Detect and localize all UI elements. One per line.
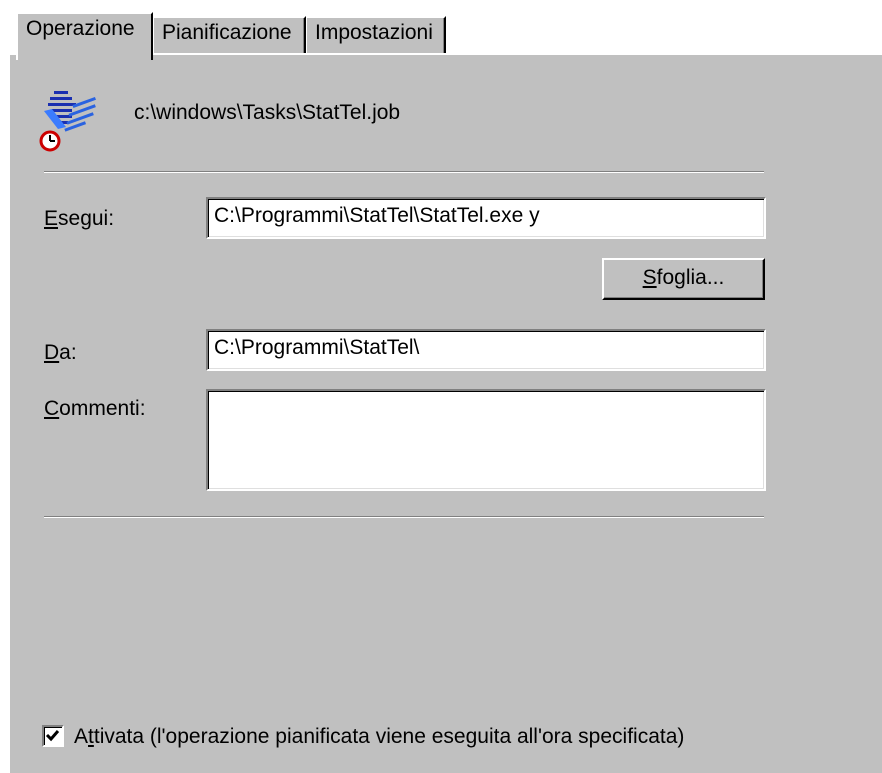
attivata-label-pre: A (74, 725, 89, 748)
da-label: Da: (44, 341, 77, 365)
tab-impostazioni[interactable]: Impostazioni (306, 16, 446, 53)
da-input[interactable]: C:\Programmi\StatTel\ (206, 329, 766, 371)
checkmark-icon (45, 730, 60, 742)
top-separator (44, 171, 764, 173)
attivata-label-rest: tivata (l'operazione pianificata viene e… (93, 725, 685, 748)
scheduled-task-icon (39, 91, 96, 152)
tab-impostazioni-label: Impostazioni (315, 21, 433, 44)
task-properties-dialog: Operazione Pianificazione Impostazioni c… (0, 0, 882, 773)
browse-button[interactable]: Sfoglia... (602, 258, 765, 300)
tab-pianificazione[interactable]: Pianificazione (153, 16, 306, 53)
browse-button-accel: S (642, 266, 657, 289)
tab-panel: c:\windows\Tasks\StatTel.job Esegui: C:\… (8, 53, 882, 773)
da-label-accel: D (44, 341, 60, 364)
commenti-label-accel: C (44, 397, 60, 420)
commenti-label-rest: ommenti: (59, 397, 146, 420)
esegui-label-rest: segui: (58, 207, 115, 230)
commenti-textarea[interactable] (206, 389, 766, 491)
browse-button-rest: foglia... (656, 266, 725, 289)
job-file-path: c:\windows\Tasks\StatTel.job (134, 101, 401, 124)
tab-operazione[interactable]: Operazione (16, 12, 153, 60)
tab-pianificazione-label: Pianificazione (162, 21, 292, 44)
attivata-label[interactable]: Attivata (l'operazione pianificata viene… (74, 725, 684, 749)
bottom-separator (44, 516, 764, 518)
esegui-label-accel: E (44, 207, 59, 230)
attivata-checkbox[interactable] (42, 725, 64, 747)
esegui-label: Esegui: (44, 207, 114, 231)
commenti-label: Commenti: (44, 397, 146, 421)
da-label-rest: a: (59, 341, 77, 364)
esegui-input[interactable]: C:\Programmi\StatTel\StatTel.exe y (206, 197, 766, 239)
tab-operazione-label: Operazione (26, 17, 135, 40)
